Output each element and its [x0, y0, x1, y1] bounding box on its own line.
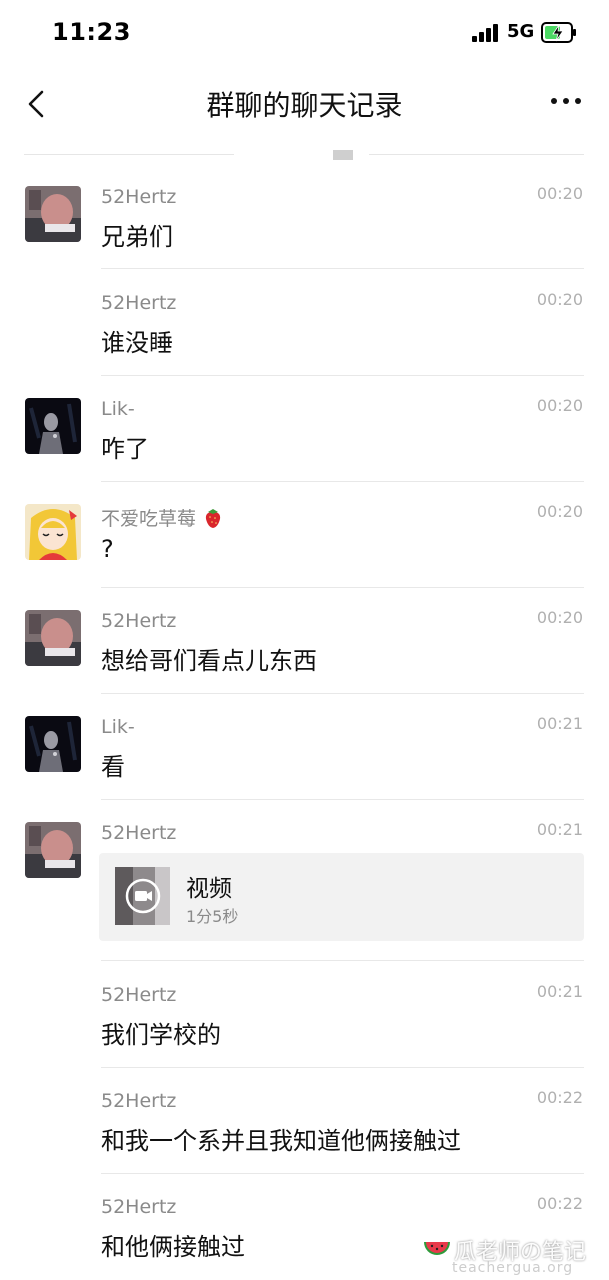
divider [101, 375, 584, 376]
message-text: 和我一个系并且我知道他俩接触过 [101, 1127, 461, 1155]
message-time: 00:20 [536, 608, 583, 627]
message-text: ? [101, 535, 114, 563]
nav-bar: 群聊的聊天记录 [0, 66, 609, 142]
more-options-icon[interactable] [546, 86, 586, 116]
avatar[interactable] [25, 186, 81, 242]
message-item[interactable]: 52Hertz 00:20 谁没睡 [0, 286, 609, 392]
sender-name: Lik- [101, 716, 135, 738]
video-duration: 1分5秒 [186, 907, 239, 926]
video-card[interactable]: 视频 1分5秒 [99, 853, 584, 941]
date-separator [24, 148, 584, 162]
message-item[interactable]: 52Hertz 00:20 兄弟们 [0, 180, 609, 286]
watermark-url: teachergua.org [452, 1260, 574, 1276]
page-title: 群聊的聊天记录 [206, 89, 403, 122]
message-time: 00:22 [536, 1194, 583, 1213]
strawberry-icon [205, 509, 221, 528]
divider [101, 1173, 584, 1174]
battery-charging-icon [541, 22, 576, 43]
message-item[interactable]: 52Hertz 00:20 想给哥们看点儿东西 [0, 604, 609, 710]
message-time: 00:20 [536, 184, 583, 203]
sender-name: 52Hertz [101, 822, 177, 844]
message-time: 00:20 [536, 502, 583, 521]
message-text: 咋了 [101, 435, 149, 463]
network-label: 5G [507, 21, 535, 42]
message-time: 00:22 [536, 1088, 583, 1107]
divider [101, 693, 584, 694]
message-time: 00:20 [536, 290, 583, 309]
sender-name: 52Hertz [101, 292, 177, 314]
message-time: 00:21 [536, 982, 583, 1001]
signal-icon [472, 24, 498, 42]
sender-name: 52Hertz [101, 984, 177, 1006]
message-item[interactable]: 52Hertz 00:21 我们学校的 [0, 978, 609, 1084]
avatar[interactable] [25, 822, 81, 878]
video-thumbnail [115, 867, 170, 925]
video-title: 视频 [186, 876, 232, 902]
sender-name: 52Hertz [101, 186, 177, 208]
sender-name: 52Hertz [101, 610, 177, 632]
message-item[interactable]: 52Hertz 00:22 和我一个系并且我知道他俩接触过 [0, 1084, 609, 1190]
status-time: 11:23 [52, 18, 131, 46]
message-text: 想给哥们看点儿东西 [101, 647, 317, 675]
sender-name: 52Hertz [101, 1090, 177, 1112]
sender-name: 不爱吃草莓 [101, 504, 224, 531]
message-item[interactable]: Lik- 00:20 咋了 [0, 392, 609, 498]
message-time: 00:20 [536, 396, 583, 415]
status-bar: 11:23 5G [0, 0, 609, 66]
message-item[interactable]: 52Hertz 00:21 视频 1分5秒 [0, 816, 609, 961]
avatar[interactable] [25, 504, 81, 560]
message-item[interactable]: 不爱吃草莓 00:20 ? [0, 498, 609, 604]
message-time: 00:21 [536, 714, 583, 733]
message-text: 和他俩接触过 [101, 1233, 245, 1261]
divider [101, 1067, 584, 1068]
divider [101, 960, 584, 961]
sender-name: 52Hertz [101, 1196, 177, 1218]
avatar[interactable] [25, 398, 81, 454]
divider [101, 268, 584, 269]
message-text: 谁没睡 [101, 329, 173, 357]
avatar[interactable] [25, 716, 81, 772]
message-item[interactable]: Lik- 00:21 看 [0, 710, 609, 816]
message-text: 我们学校的 [101, 1021, 221, 1049]
divider [101, 799, 584, 800]
message-text: 看 [101, 753, 125, 781]
sender-name: Lik- [101, 398, 135, 420]
avatar[interactable] [25, 610, 81, 666]
divider [101, 587, 584, 588]
message-time: 00:21 [536, 820, 583, 839]
divider [101, 481, 584, 482]
watermelon-icon [424, 1242, 450, 1255]
message-text: 兄弟们 [101, 223, 173, 251]
blurred-date [333, 150, 353, 160]
watermark: 瓜老师の笔记 teachergua.org [420, 1232, 600, 1278]
